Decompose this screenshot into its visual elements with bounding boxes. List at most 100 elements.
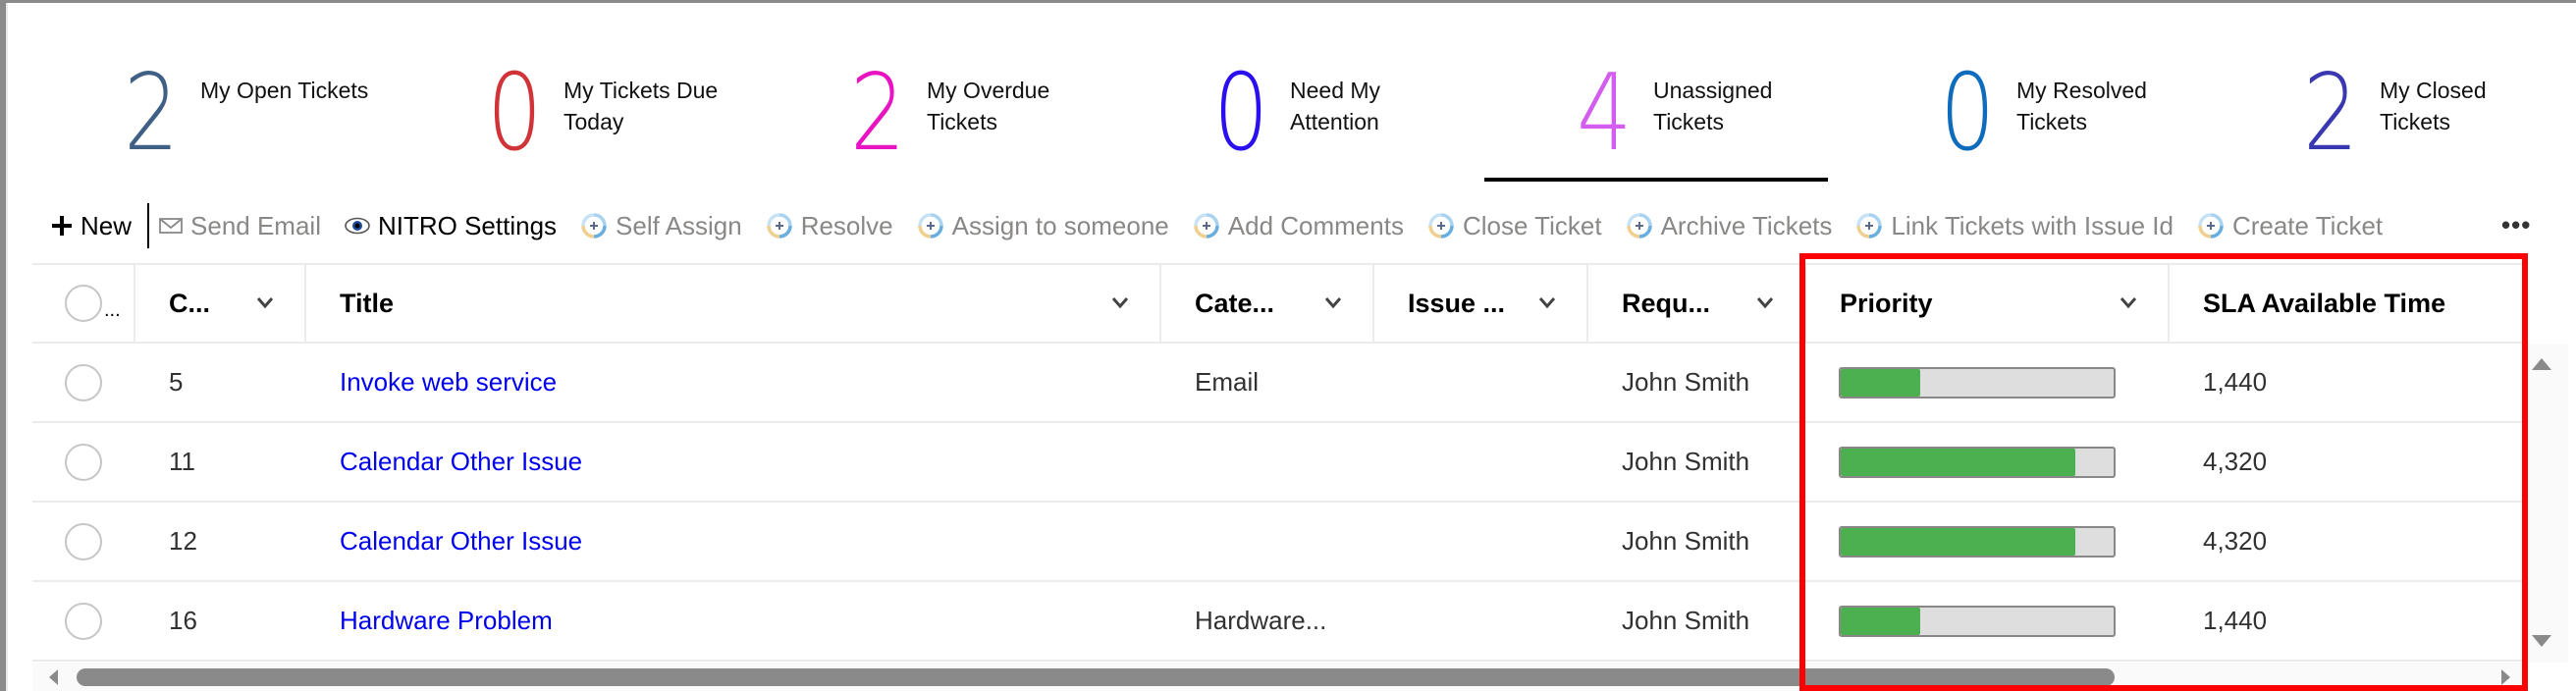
stat-my-open-tickets[interactable]: 2 My Open Tickets — [124, 61, 377, 179]
scroll-down-arrow-icon[interactable] — [2532, 635, 2551, 647]
scroll-up-arrow-icon[interactable] — [2532, 358, 2551, 370]
row-select-checkbox[interactable] — [65, 602, 102, 640]
row-select-checkbox[interactable] — [65, 522, 102, 560]
chevron-down-icon — [2120, 297, 2137, 309]
select-all-header[interactable]: ... — [32, 265, 135, 342]
scroll-left-arrow-icon[interactable] — [49, 669, 58, 685]
assign-to-someone-label: Assign to someone — [951, 210, 1169, 240]
chevron-down-icon — [1538, 297, 1556, 309]
workflow-icon — [2197, 212, 2225, 239]
workflow-icon — [1626, 212, 1653, 239]
table-row[interactable]: 11 Calendar Other Issue John Smith 4,320 — [32, 423, 2523, 503]
send-email-button[interactable]: Send Email — [159, 211, 321, 241]
scroll-right-arrow-icon[interactable] — [2501, 669, 2510, 685]
resolve-button[interactable]: Resolve — [766, 211, 893, 241]
archive-tickets-button[interactable]: Archive Tickets — [1626, 210, 1833, 241]
eye-icon — [345, 217, 370, 235]
stat-label: My Open Tickets — [200, 78, 369, 103]
add-comments-button[interactable]: Add Comments — [1193, 211, 1404, 241]
table-row[interactable]: 5 Invoke web service Email John Smith 1,440 — [32, 344, 2523, 423]
column-header-issue[interactable]: Issue ... — [1374, 265, 1588, 342]
cell-sla: 4,320 — [2203, 526, 2268, 556]
stat-my-closed-tickets[interactable]: 2 My Closed Tickets — [2303, 61, 2556, 179]
table-row[interactable]: 12 Calendar Other Issue John Smith 4,320 — [32, 503, 2523, 582]
column-header-category[interactable]: Cate... — [1161, 265, 1374, 342]
stat-my-tickets-due-today[interactable]: 0 My Tickets Due Today — [487, 61, 740, 179]
nitro-settings-button[interactable]: NITRO Settings — [345, 211, 557, 241]
priority-bar-fill — [1841, 448, 2076, 476]
stat-my-overdue-tickets[interactable]: 2 My Overdue Tickets — [850, 61, 1103, 179]
cell-issue — [1374, 503, 1588, 580]
create-ticket-button[interactable]: Create Ticket — [2197, 211, 2383, 241]
cell-category — [1161, 503, 1374, 580]
cell-title-link[interactable]: Calendar Other Issue — [306, 423, 1161, 501]
stat-unassigned-tickets[interactable]: 4 Unassigned Tickets — [1577, 61, 1830, 179]
priority-bar — [1839, 446, 2116, 478]
cell-id: 11 — [169, 447, 195, 476]
archive-tickets-label: Archive Tickets — [1660, 210, 1833, 240]
horizontal-scrollbar-thumb[interactable] — [77, 668, 2115, 686]
stat-label: My Closed Tickets — [2380, 78, 2487, 134]
cell-requester: John Smith — [1622, 526, 1750, 556]
command-bar: New Send Email NITRO Settings Self Assig… — [51, 203, 2406, 248]
workflow-icon — [917, 212, 944, 239]
priority-bar-fill — [1841, 368, 1920, 397]
cell-title-link[interactable]: Hardware Problem — [306, 582, 1161, 660]
active-stat-underline — [1484, 178, 1828, 182]
column-header-title[interactable]: Title — [306, 265, 1161, 342]
column-header-category-label: Cate... — [1195, 288, 1275, 318]
stat-my-resolved-tickets[interactable]: 0 My Resolved Tickets — [1940, 61, 2193, 179]
row-select-checkbox[interactable] — [65, 443, 102, 481]
close-ticket-button[interactable]: Close Ticket — [1427, 211, 1602, 241]
select-all-checkbox[interactable] — [65, 285, 102, 322]
priority-bar-fill — [1841, 527, 2076, 556]
new-button[interactable]: New — [51, 211, 132, 241]
stat-label: My Tickets Due Today — [564, 78, 719, 134]
self-assign-label: Self Assign — [616, 210, 742, 240]
vertical-scrollbar[interactable] — [2523, 344, 2568, 663]
chevron-down-icon — [1324, 297, 1342, 309]
cell-issue — [1374, 582, 1588, 660]
column-header-requester[interactable]: Requ... — [1588, 265, 1806, 342]
cell-requester: John Smith — [1622, 447, 1750, 476]
column-header-sla[interactable]: SLA Available Time — [2170, 265, 2523, 342]
cell-priority — [1806, 344, 2170, 421]
column-header-id[interactable]: C... — [135, 265, 306, 342]
assign-to-someone-button[interactable]: Assign to someone — [917, 211, 1169, 241]
column-header-issue-label: Issue ... — [1408, 288, 1506, 318]
row-select-checkbox[interactable] — [65, 363, 102, 401]
link-tickets-button[interactable]: Link Tickets with Issue Id — [1855, 211, 2174, 241]
column-header-id-label: C... — [169, 288, 211, 318]
stat-count: 2 — [850, 52, 905, 175]
column-header-requester-label: Requ... — [1622, 288, 1711, 318]
stat-need-my-attention[interactable]: 0 Need My Attention — [1213, 61, 1467, 179]
workflow-icon — [1193, 212, 1220, 239]
ticket-stats-bar: 2 My Open Tickets 0 My Tickets Due Today… — [0, 0, 2576, 186]
cell-priority — [1806, 503, 2170, 580]
chevron-down-icon — [256, 297, 274, 309]
chevron-down-icon — [1756, 297, 1774, 309]
column-header-sla-label: SLA Available Time — [2203, 288, 2446, 318]
cell-id: 12 — [169, 526, 197, 556]
more-commands-button[interactable]: ••• — [2501, 210, 2531, 240]
cell-id: 5 — [169, 367, 184, 397]
row-select-cell — [32, 423, 135, 501]
priority-bar — [1839, 525, 2116, 558]
add-comments-label: Add Comments — [1227, 210, 1404, 240]
row-select-cell — [32, 344, 135, 421]
plus-icon — [51, 215, 73, 237]
row-select-cell — [32, 582, 135, 660]
cell-title-link[interactable]: Invoke web service — [306, 344, 1161, 421]
new-button-label: New — [80, 210, 133, 240]
nitro-settings-label: NITRO Settings — [377, 210, 558, 240]
column-header-priority[interactable]: Priority — [1806, 265, 2170, 342]
stat-count: 2 — [2303, 52, 2358, 175]
cell-id: 16 — [169, 606, 197, 635]
table-row[interactable]: 16 Hardware Problem Hardware... John Smith 1… — [32, 582, 2523, 662]
self-assign-button[interactable]: Self Assign — [580, 211, 742, 241]
select-all-wrap: ... — [65, 285, 121, 322]
cell-priority — [1806, 423, 2170, 501]
cell-title-link[interactable]: Calendar Other Issue — [306, 503, 1161, 580]
mail-icon — [159, 217, 183, 235]
chevron-down-icon — [1111, 297, 1129, 309]
